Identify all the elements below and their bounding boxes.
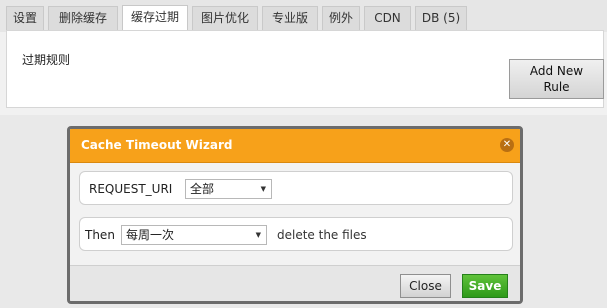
save-button[interactable]: Save xyxy=(462,274,508,298)
dropdown-arrow-icon: ▼ xyxy=(260,185,266,193)
tab-bar: 设置 删除缓存 缓存过期 图片优化 专业版 例外 CDN DB (5) xyxy=(0,0,607,32)
schedule-select[interactable]: 每周一次 ▼ xyxy=(121,225,267,245)
dialog-title: Cache Timeout Wizard xyxy=(81,138,233,152)
tab-settings[interactable]: 设置 xyxy=(6,6,44,30)
tab-cache-timeout[interactable]: 缓存过期 xyxy=(122,5,188,31)
dropdown-arrow-icon: ▼ xyxy=(255,231,261,239)
then-label: Then xyxy=(85,228,115,242)
tab-premium[interactable]: 专业版 xyxy=(262,6,318,30)
request-uri-select-value: 全部 xyxy=(190,182,215,196)
action-row: Then 每周一次 ▼ delete the files xyxy=(79,217,513,251)
dialog-header: Cache Timeout Wizard ✕ xyxy=(70,129,520,163)
tab-image-optimization[interactable]: 图片优化 xyxy=(192,6,258,30)
request-uri-select[interactable]: 全部 ▼ xyxy=(185,179,272,199)
tab-cdn[interactable]: CDN xyxy=(364,6,411,30)
add-new-label: Add New xyxy=(529,64,584,78)
add-new-rule-button[interactable]: Add New Rule xyxy=(509,59,604,99)
close-icon[interactable]: ✕ xyxy=(500,138,514,152)
schedule-select-value: 每周一次 xyxy=(126,228,175,242)
dialog-footer: Close Save xyxy=(70,265,520,301)
cache-timeout-wizard-dialog: Cache Timeout Wizard ✕ REQUEST_URI 全部 ▼ … xyxy=(67,126,523,304)
close-button[interactable]: Close xyxy=(400,274,451,298)
tab-delete-cache[interactable]: 删除缓存 xyxy=(48,6,118,30)
delete-files-text: delete the files xyxy=(277,228,367,242)
tab-db[interactable]: DB (5) xyxy=(415,6,467,30)
request-uri-label: REQUEST_URI xyxy=(89,182,173,196)
request-uri-row: REQUEST_URI 全部 ▼ xyxy=(79,171,513,205)
timeout-rules-label: 过期规则 xyxy=(22,53,71,67)
rule-label: Rule xyxy=(543,80,570,94)
tab-exclude[interactable]: 例外 xyxy=(322,6,360,30)
